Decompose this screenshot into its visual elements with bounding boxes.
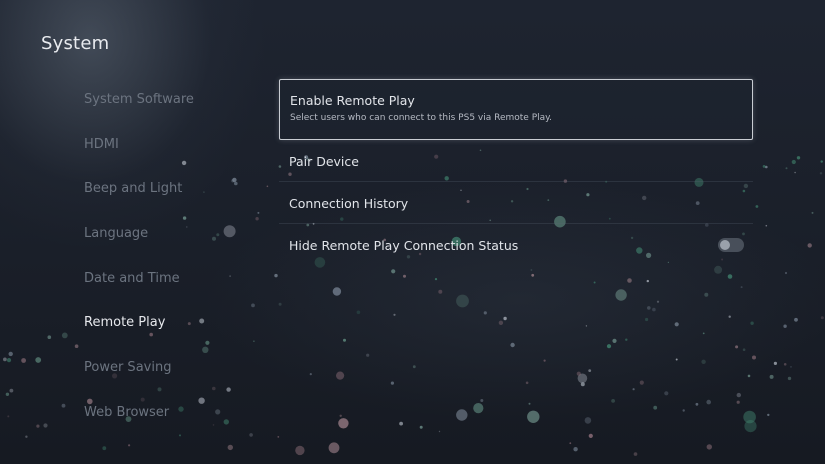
sidebar-item-power-saving[interactable]: Power Saving: [84, 358, 274, 403]
pair-device-option[interactable]: Pair Device: [279, 140, 753, 182]
sidebar-item-date-and-time[interactable]: Date and Time: [84, 269, 274, 314]
sidebar-menu: System Software HDMI Beep and Light Lang…: [84, 90, 274, 448]
sidebar-item-beep-and-light[interactable]: Beep and Light: [84, 179, 274, 224]
remote-play-options: Enable Remote Play Select users who can …: [279, 79, 753, 266]
sidebar-item-hdmi[interactable]: HDMI: [84, 135, 274, 180]
page-title: System: [41, 33, 110, 54]
connection-history-label: Connection History: [289, 196, 409, 211]
sidebar-item-web-browser[interactable]: Web Browser: [84, 403, 274, 448]
hide-connection-status-option[interactable]: Hide Remote Play Connection Status: [279, 224, 753, 266]
sidebar-item-remote-play[interactable]: Remote Play: [84, 313, 274, 358]
toggle-switch-icon[interactable]: [718, 238, 744, 252]
enable-remote-play-option[interactable]: Enable Remote Play Select users who can …: [279, 79, 753, 140]
enable-remote-play-label: Enable Remote Play: [290, 93, 415, 108]
pair-device-label: Pair Device: [289, 154, 359, 169]
connection-history-option[interactable]: Connection History: [279, 182, 753, 224]
toggle-knob: [720, 240, 730, 250]
enable-remote-play-description: Select users who can connect to this PS5…: [290, 113, 553, 123]
sidebar-item-system-software[interactable]: System Software: [84, 90, 274, 135]
hide-connection-status-label: Hide Remote Play Connection Status: [289, 238, 519, 253]
sidebar-item-language[interactable]: Language: [84, 224, 274, 269]
ps5-settings-screen: System System Software HDMI Beep and Lig…: [0, 0, 825, 464]
